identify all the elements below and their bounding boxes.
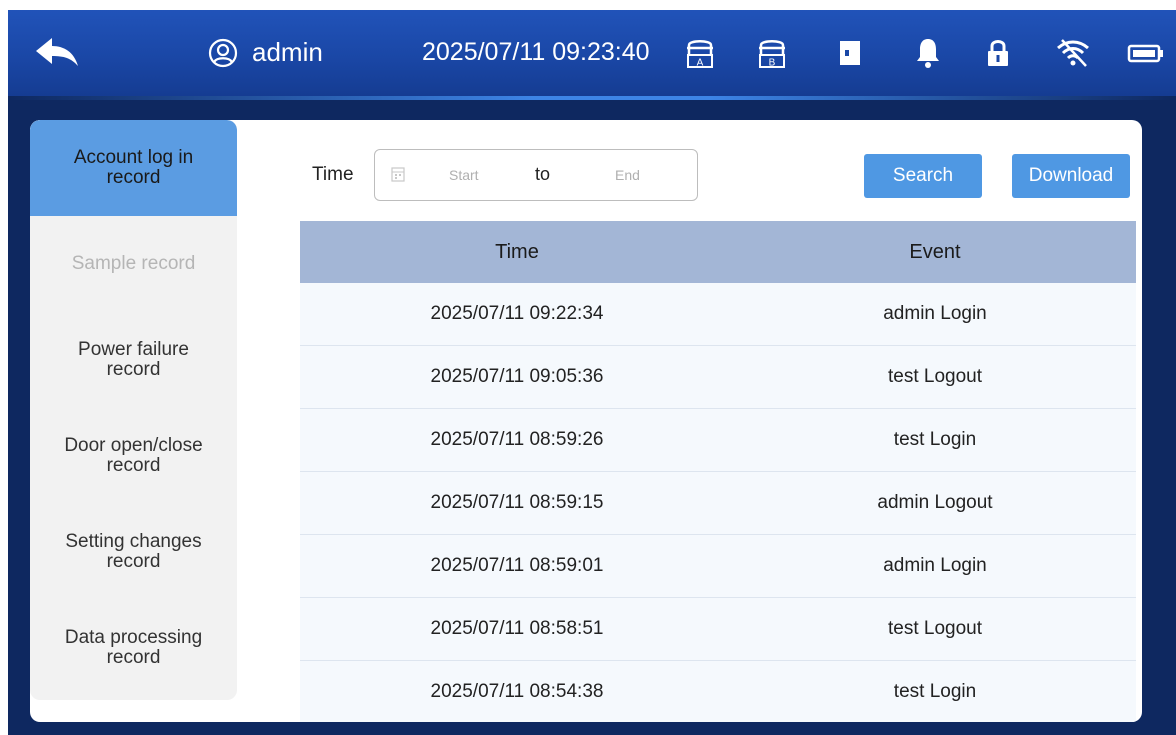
chamber-a-icon[interactable]: A bbox=[684, 36, 716, 70]
user-icon bbox=[208, 38, 238, 68]
cell-event: test Login bbox=[893, 681, 977, 702]
sidebar-item-door-open-close[interactable]: Door open/close record bbox=[30, 408, 237, 504]
records-panel: Account log in record Sample record Powe… bbox=[30, 120, 1142, 722]
top-bar-divider bbox=[8, 96, 1176, 100]
start-date-input[interactable]: Start bbox=[449, 167, 479, 183]
sidebar-item-setting-changes[interactable]: Setting changes record bbox=[30, 504, 237, 600]
sidebar-item-power-failure[interactable]: Power failure record bbox=[30, 312, 237, 408]
record-type-sidebar: Account log in record Sample record Powe… bbox=[30, 120, 237, 700]
cell-event: test Login bbox=[893, 429, 977, 450]
cell-event: admin Login bbox=[883, 303, 987, 324]
date-range-picker[interactable]: Start to End bbox=[374, 149, 698, 201]
app-window: admin 2025/07/11 09:23:40 A B Account lo… bbox=[8, 10, 1176, 735]
wifi-icon[interactable] bbox=[1054, 36, 1092, 70]
cell-time: 2025/07/11 08:59:26 bbox=[430, 429, 604, 450]
search-button[interactable]: Search bbox=[864, 154, 982, 198]
table-row: 2025/07/11 09:22:34 admin Login bbox=[300, 283, 1136, 346]
cell-time: 2025/07/11 09:22:34 bbox=[430, 303, 604, 324]
datetime-display: 2025/07/11 09:23:40 bbox=[422, 38, 650, 66]
end-date-input[interactable]: End bbox=[615, 167, 640, 183]
sidebar-item-account-log[interactable]: Account log in record bbox=[30, 120, 237, 216]
battery-icon bbox=[1126, 36, 1166, 70]
chamber-a-letter: A bbox=[697, 58, 704, 69]
table-header: Time Event bbox=[300, 221, 1136, 283]
column-header-time: Time bbox=[495, 240, 539, 263]
lock-icon[interactable] bbox=[982, 36, 1014, 70]
sidebar-item-sample-record[interactable]: Sample record bbox=[30, 216, 237, 312]
calendar-icon bbox=[391, 167, 405, 182]
sidebar-item-data-processing[interactable]: Data processing record bbox=[30, 600, 237, 696]
bell-icon[interactable] bbox=[912, 36, 944, 70]
table-row: 2025/07/11 09:05:36 test Logout bbox=[300, 346, 1136, 409]
table-row: 2025/07/11 08:54:38 test Login bbox=[300, 661, 1136, 722]
cell-event: test Logout bbox=[887, 618, 983, 639]
top-bar: admin 2025/07/11 09:23:40 A B bbox=[8, 10, 1176, 96]
cell-time: 2025/07/11 08:58:51 bbox=[430, 618, 604, 639]
table-row: 2025/07/11 08:59:01 admin Login bbox=[300, 535, 1136, 598]
date-range-separator: to bbox=[535, 164, 551, 184]
username-label: admin bbox=[252, 37, 323, 67]
cell-event: test Logout bbox=[887, 366, 983, 387]
log-table: Time Event 2025/07/11 09:22:34 admin Log… bbox=[300, 221, 1136, 722]
table-row: 2025/07/11 08:58:51 test Logout bbox=[300, 598, 1136, 661]
cell-event: admin Login bbox=[883, 555, 987, 576]
back-arrow-icon[interactable] bbox=[34, 36, 80, 70]
chamber-b-icon[interactable]: B bbox=[756, 36, 788, 70]
cell-time: 2025/07/11 08:59:15 bbox=[430, 492, 604, 513]
cell-time: 2025/07/11 09:05:36 bbox=[430, 366, 604, 387]
table-row: 2025/07/11 08:59:26 test Login bbox=[300, 409, 1136, 472]
chamber-b-letter: B bbox=[769, 58, 776, 69]
cell-event: admin Logout bbox=[877, 492, 993, 513]
time-filter-label: Time bbox=[312, 164, 354, 185]
table-row: 2025/07/11 08:59:15 admin Logout bbox=[300, 472, 1136, 535]
column-header-event: Event bbox=[909, 240, 961, 263]
download-button[interactable]: Download bbox=[1012, 154, 1130, 198]
door-icon[interactable] bbox=[834, 36, 866, 70]
cell-time: 2025/07/11 08:54:38 bbox=[430, 681, 604, 702]
cell-time: 2025/07/11 08:59:01 bbox=[430, 555, 604, 576]
